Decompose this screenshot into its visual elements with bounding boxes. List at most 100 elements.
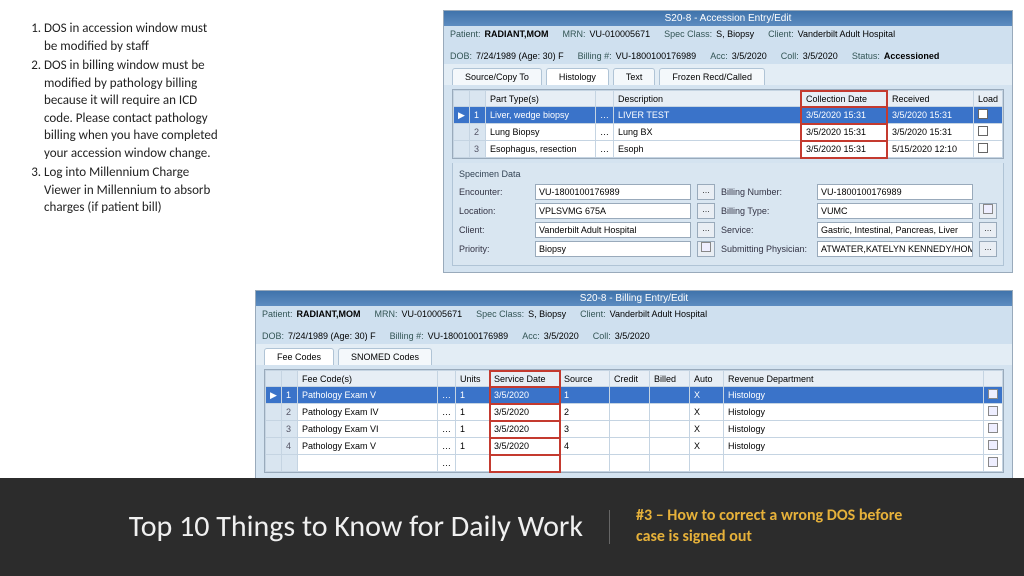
label: MRN: [375,309,398,319]
lookup-button[interactable]: … [697,184,715,200]
client-field[interactable]: Vanderbilt Adult Hospital [535,222,691,238]
col-header: Received [887,91,973,107]
value: Vanderbilt Adult Hospital [610,309,707,319]
value: 7/24/1989 (Age: 30) F [288,331,376,341]
encounter-field[interactable]: VU-1800100176989 [535,184,691,200]
label: Billing Type: [721,206,811,216]
value: VU-010005671 [590,29,651,39]
tab-fee-codes[interactable]: Fee Codes [264,348,334,365]
label: Billing #: [390,331,424,341]
value: RADIANT,MOM [297,309,361,319]
label: Billing Number: [721,187,811,197]
instruction-list: DOS in accession window must be modified… [20,20,220,219]
label: Client: [580,309,606,319]
parts-table[interactable]: Part Type(s) Description Collection Date… [453,90,1003,158]
lookup-button[interactable]: … [697,222,715,238]
dropdown-icon[interactable] [988,406,998,416]
value: RADIANT,MOM [485,29,549,39]
fee-codes-table[interactable]: Fee Code(s) Units Service Date Source Cr… [265,370,1003,472]
value: VU-1800100176989 [616,51,697,61]
label: DOB: [450,51,472,61]
label: Billing #: [578,51,612,61]
label: Client: [768,29,794,39]
value: 3/5/2020 [732,51,767,61]
dropdown-icon[interactable] [988,440,998,450]
billing-window: S20-8 - Billing Entry/Edit Patient: RADIA… [255,290,1013,484]
lookup-button[interactable]: … [697,203,715,219]
label: Patient: [450,29,481,39]
table-row[interactable]: ▶1 Pathology Exam V… 1 3/5/2020 1 X Hist… [266,387,1003,404]
lookup-button[interactable]: … [979,241,997,257]
location-field[interactable]: VPLSVMG 675A [535,203,691,219]
label: Status: [852,51,880,61]
instruction-item: Log into Millennium Charge Viewer in Mil… [44,164,220,217]
accession-tabs: Source/Copy To Histology Text Frozen Rec… [444,64,1012,85]
col-header: Load [973,91,1002,107]
value: S, Biopsy [528,309,566,319]
dropdown-icon[interactable] [988,389,998,399]
value: 3/5/2020 [803,51,838,61]
accession-window: S20-8 - Accession Entry/Edit Patient: RAD… [443,10,1013,273]
col-header: Source [560,371,610,387]
label: DOB: [262,331,284,341]
value: 3/5/2020 [544,331,579,341]
label: Spec Class: [476,309,524,319]
label: MRN: [563,29,586,39]
dropdown-icon[interactable] [988,457,998,467]
col-header: Auto [690,371,724,387]
tab-histology[interactable]: Histology [546,68,609,85]
label: Submitting Physician: [721,244,811,254]
instruction-item: DOS in billing window must be modified b… [44,57,220,162]
value: Vanderbilt Adult Hospital [798,29,895,39]
col-header: Credit [610,371,650,387]
col-header: Part Type(s) [486,91,596,107]
value: 3/5/2020 [615,331,650,341]
value: VU-010005671 [402,309,463,319]
label: Acc: [710,51,728,61]
table-row[interactable]: 2 Lung Biopsy… Lung BX 3/5/2020 15:31 3/… [454,124,1003,141]
label: Service: [721,225,811,235]
table-row[interactable]: 4 Pathology Exam V… 1 3/5/2020 4 X Histo… [266,438,1003,455]
table-row[interactable]: ▶1 Liver, wedge biopsy… LIVER TEST 3/5/2… [454,107,1003,124]
table-row[interactable]: … [266,455,1003,472]
col-header: Units [456,371,490,387]
col-header-service-date: Service Date [490,371,560,387]
table-row[interactable]: 3 Pathology Exam VI… 1 3/5/2020 3 X Hist… [266,421,1003,438]
checkbox-icon[interactable] [978,109,988,119]
checkbox-icon[interactable] [978,126,988,136]
slide-title: Top 10 Things to Know for Daily Work [40,510,610,545]
col-header-collection-date: Collection Date [801,91,887,107]
slide-footer: Top 10 Things to Know for Daily Work #3 … [0,478,1024,576]
label: Patient: [262,309,293,319]
col-header: Revenue Department [724,371,984,387]
table-row[interactable]: 2 Pathology Exam IV… 1 3/5/2020 2 X Hist… [266,404,1003,421]
tab-snomed[interactable]: SNOMED Codes [338,348,432,365]
tab-source[interactable]: Source/Copy To [452,68,542,85]
tab-frozen[interactable]: Frozen Recd/Called [659,68,765,85]
label: Acc: [522,331,540,341]
physician-field[interactable]: ATWATER,KATELYN KENNEDY/HOME-1 [817,241,973,257]
label: Location: [459,206,529,216]
col-header: Fee Code(s) [298,371,438,387]
window-title: S20-8 - Accession Entry/Edit [444,11,1012,26]
priority-field[interactable]: Biopsy [535,241,691,257]
value: S, Biopsy [716,29,754,39]
patient-header: Patient: RADIANT,MOM MRN: VU-010005671 Spe… [256,306,1012,344]
dropdown-icon[interactable] [979,203,997,219]
dropdown-icon[interactable] [697,241,715,257]
label: Coll: [781,51,799,61]
lookup-button[interactable]: … [979,222,997,238]
billing-number-field[interactable]: VU-1800100176989 [817,184,973,200]
value: 7/24/1989 (Age: 30) F [476,51,564,61]
tab-text[interactable]: Text [613,68,656,85]
billing-type-field[interactable]: VUMC [817,203,973,219]
window-title: S20-8 - Billing Entry/Edit [256,291,1012,306]
checkbox-icon[interactable] [978,143,988,153]
col-header: Billed [650,371,690,387]
service-field[interactable]: Gastric, Intestinal, Pancreas, Liver [817,222,973,238]
table-row[interactable]: 3 Esophagus, resection… Esoph 3/5/2020 1… [454,141,1003,158]
section-title: Specimen Data [459,169,997,179]
value: VU-1800100176989 [428,331,509,341]
dropdown-icon[interactable] [988,423,998,433]
label: Coll: [593,331,611,341]
